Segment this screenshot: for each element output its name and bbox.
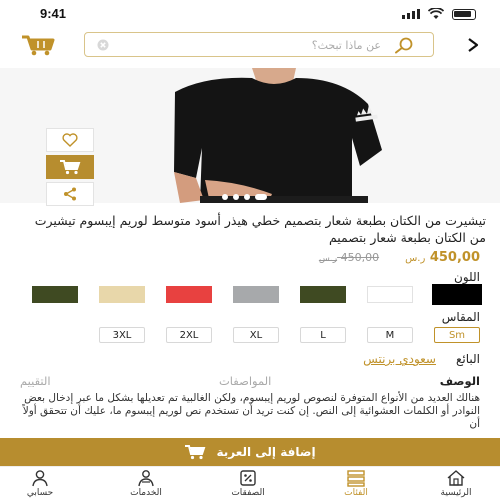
current-price-value: 450,00 xyxy=(429,250,480,265)
size-option[interactable]: Sm xyxy=(434,327,480,343)
top-header xyxy=(0,28,500,62)
product-title: تيشيرت من الكتان بطبعة شعار بتصميم خطي ه… xyxy=(34,213,486,245)
current-price: 450,00 ر.س xyxy=(405,250,480,265)
size-option[interactable]: 3XL xyxy=(99,327,145,343)
categories-icon xyxy=(347,470,365,487)
cart-icon[interactable] xyxy=(20,33,56,57)
color-swatch[interactable] xyxy=(233,286,279,303)
tab-reviews[interactable]: التقييم xyxy=(20,374,51,388)
heart-icon xyxy=(62,133,78,147)
nav-categories-label: الفئات xyxy=(344,488,368,498)
color-swatch[interactable] xyxy=(32,286,78,303)
favorite-button[interactable] xyxy=(46,128,94,152)
size-option[interactable]: L xyxy=(300,327,346,343)
old-price: 450,00 ر.س xyxy=(319,251,379,264)
size-option[interactable]: M xyxy=(367,327,413,343)
tab-description[interactable]: الوصف xyxy=(440,374,480,388)
battery-icon xyxy=(452,8,476,20)
color-swatch[interactable] xyxy=(99,286,145,303)
nav-services[interactable]: الخدمات xyxy=(116,469,176,498)
add-to-cart-label: إضافة إلى العربة xyxy=(216,445,316,459)
color-swatch[interactable] xyxy=(432,284,482,305)
nav-services-label: الخدمات xyxy=(130,488,162,498)
search-box[interactable] xyxy=(84,32,434,57)
carousel-dot[interactable] xyxy=(233,194,239,200)
wifi-icon xyxy=(428,8,444,19)
seller-label: البائع xyxy=(456,352,480,366)
nav-home[interactable]: الرئيسية xyxy=(426,469,486,498)
home-icon xyxy=(447,470,465,486)
carousel-dot[interactable] xyxy=(222,194,228,200)
currency-label: ر.س xyxy=(405,253,426,264)
nav-home-label: الرئيسية xyxy=(440,488,472,498)
services-icon xyxy=(138,470,154,487)
image-carousel-dots[interactable] xyxy=(222,194,267,200)
seller-row: البائع سعودي برنتس xyxy=(363,352,480,366)
clear-search-icon[interactable] xyxy=(97,39,109,51)
search-input[interactable] xyxy=(141,37,381,53)
product-description: هنالك العديد من الأنواع المتوفرة لنصوص ل… xyxy=(22,392,480,430)
carousel-dot-active[interactable] xyxy=(255,194,267,200)
status-time: 9:41 xyxy=(40,6,67,21)
share-icon xyxy=(64,187,76,201)
nav-deals-label: الصفقات xyxy=(231,488,265,498)
size-option[interactable]: XL xyxy=(233,327,279,343)
add-to-cart-button[interactable]: إضافة إلى العربة xyxy=(0,438,500,466)
cart-icon xyxy=(185,445,206,460)
tab-specifications[interactable]: المواصفات xyxy=(219,374,271,388)
color-swatch[interactable] xyxy=(166,286,212,303)
user-icon xyxy=(32,470,48,487)
share-button[interactable] xyxy=(46,182,94,206)
deals-icon xyxy=(240,470,256,486)
bottom-navigation: الرئيسية الفئات الصفقات الخدمات حسابي xyxy=(0,466,500,500)
color-swatch[interactable] xyxy=(300,286,346,303)
nav-deals[interactable]: الصفقات xyxy=(218,469,278,498)
nav-account[interactable]: حسابي xyxy=(10,469,70,498)
back-arrow-icon[interactable] xyxy=(462,34,484,56)
cart-icon xyxy=(60,160,81,175)
quick-add-cart-button[interactable] xyxy=(46,155,94,179)
size-label: المقاس xyxy=(441,310,480,324)
old-currency-label: ر.س xyxy=(318,254,338,264)
status-bar: 9:41 xyxy=(0,0,500,28)
color-swatch[interactable] xyxy=(367,286,413,303)
product-info-tabs: الوصف المواصفات التقييم xyxy=(20,374,480,388)
size-options: Sm M L XL 2XL 3XL xyxy=(99,327,480,343)
carousel-dot[interactable] xyxy=(244,194,250,200)
product-side-actions xyxy=(46,128,94,209)
search-icon[interactable] xyxy=(393,36,415,54)
nav-account-label: حسابي xyxy=(26,488,54,498)
price-row: 450,00 ر.س 450,00 ر.س xyxy=(319,250,480,265)
color-swatches xyxy=(32,284,482,305)
old-price-value: 450,00 xyxy=(340,251,380,264)
nav-categories[interactable]: الفئات xyxy=(326,469,386,498)
cellular-signal-icon xyxy=(402,9,420,19)
color-label: اللون xyxy=(454,270,480,284)
seller-name-link[interactable]: سعودي برنتس xyxy=(363,352,436,366)
size-option[interactable]: 2XL xyxy=(166,327,212,343)
system-icons xyxy=(402,8,476,20)
